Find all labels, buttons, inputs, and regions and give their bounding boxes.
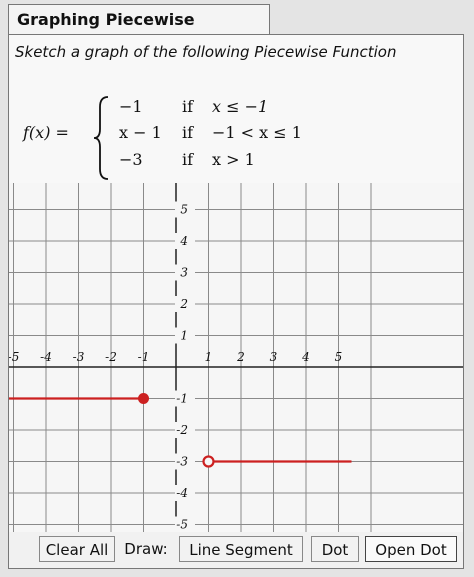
graph-canvas[interactable]: -5 -4 -3 -2 -1 1 2 3 4 5 5 4 3 2 1 -1 -2 -3 -4 -5 [9,183,463,532]
y-tick-label: 4 [179,234,188,248]
y-tick-label: -4 [176,486,188,500]
function-lhs: f(x) = [23,123,69,142]
y-tick-label: 3 [180,266,188,280]
x-tick-label: 2 [236,350,245,364]
x-tick-label: -2 [105,350,117,364]
case-1-value: −1 [119,97,143,116]
instruction-text: Sketch a graph of the following Piecewis… [15,43,397,61]
left-brace-icon [93,96,109,180]
toolbar: Clear All Draw: Line Segment Dot Open Do… [9,532,463,568]
y-tick-label: -3 [176,455,188,469]
y-tick-label: 2 [179,297,188,311]
case-2-value: x − 1 [119,123,162,142]
case-2-if: if [182,123,194,142]
y-tick-label: -2 [176,423,188,437]
x-tick-label: -5 [9,350,19,364]
y-tick-label: -1 [176,392,188,406]
x-tick-label: -4 [40,350,52,364]
x-tick-label: 4 [301,350,310,364]
y-tick-label: -5 [176,518,188,532]
closed-dot[interactable] [138,393,149,404]
y-tick-label: 1 [180,329,188,343]
case-1-condition: x ≤ −1 [212,97,269,116]
problem-statement: Sketch a graph of the following Piecewis… [9,35,463,184]
page-title: Graphing Piecewise Functions [8,4,270,59]
line-segment-button[interactable]: Line Segment [179,536,303,562]
problem-panel: Sketch a graph of the following Piecewis… [8,34,464,569]
x-tick-label: 5 [335,350,343,364]
x-tick-label: 3 [270,350,278,364]
case-1-if: if [182,97,194,116]
y-tick-label: 5 [180,203,188,217]
x-tick-label: -1 [138,350,150,364]
draw-label: Draw: [124,540,168,558]
case-2-condition: −1 < x ≤ 1 [212,123,302,142]
open-dot[interactable] [202,455,215,468]
open-dot-button[interactable]: Open Dot [365,536,457,562]
case-3-value: −3 [119,150,143,169]
case-3-condition: x > 1 [212,150,255,169]
x-tick-label: -3 [73,350,85,364]
dot-button[interactable]: Dot [311,536,359,562]
case-3-if: if [182,150,194,169]
x-tick-label: 1 [205,350,213,364]
clear-all-button[interactable]: Clear All [39,536,115,562]
